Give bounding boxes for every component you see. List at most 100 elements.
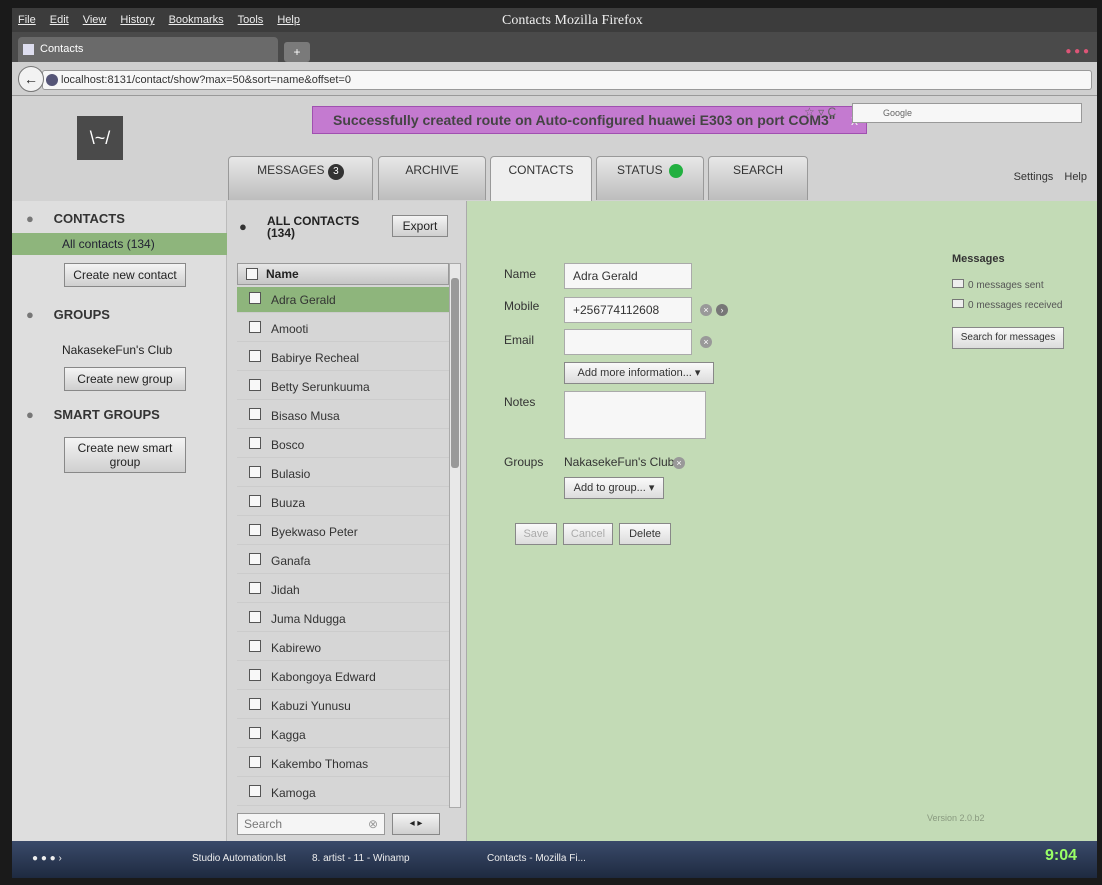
list-scrollbar[interactable]	[449, 263, 461, 808]
search-messages-button[interactable]: Search for messages	[952, 327, 1064, 349]
row-checkbox[interactable]	[249, 611, 261, 623]
bookmark-star-icon[interactable]: ☆ ▿ C	[804, 105, 836, 119]
clear-search-icon[interactable]: ⊗	[368, 817, 378, 831]
remove-email-icon[interactable]: ×	[700, 336, 712, 348]
contact-row[interactable]: Buuza	[237, 490, 449, 516]
remove-group-icon[interactable]: ×	[673, 457, 685, 469]
tab-messages[interactable]: MESSAGES 3	[228, 156, 373, 200]
sidebar: ● CONTACTS All contacts (134) Create new…	[12, 201, 227, 841]
email-field[interactable]	[564, 329, 692, 355]
row-checkbox[interactable]	[249, 698, 261, 710]
row-checkbox[interactable]	[249, 350, 261, 362]
person-icon: ●	[239, 219, 247, 234]
row-checkbox[interactable]	[249, 379, 261, 391]
header-links: Settings Help	[1006, 171, 1087, 183]
browser-tab[interactable]: Contacts	[18, 37, 278, 62]
contact-row[interactable]: Betty Serunkuuma	[237, 374, 449, 400]
row-checkbox[interactable]	[249, 640, 261, 652]
scrollbar-thumb[interactable]	[451, 278, 459, 468]
name-field[interactable]: Adra Gerald	[564, 263, 692, 289]
contact-row[interactable]: Juma Ndugga	[237, 606, 449, 632]
row-checkbox[interactable]	[249, 785, 261, 797]
browser-search-input[interactable]: Google	[852, 103, 1082, 123]
row-checkbox[interactable]	[249, 292, 261, 304]
contact-row[interactable]: Bosco	[237, 432, 449, 458]
name-column-header[interactable]: Name	[237, 263, 449, 285]
select-all-checkbox[interactable]	[246, 268, 258, 280]
contact-row[interactable]: Amooti	[237, 316, 449, 342]
sidebar-item-group[interactable]: NakasekeFun's Club	[62, 343, 172, 357]
remove-mobile-icon[interactable]: ×	[700, 304, 712, 316]
window-title: Contacts Mozilla Firefox	[502, 13, 643, 28]
contact-row[interactable]: Kabirewo	[237, 635, 449, 661]
contact-name: Kamoga	[271, 786, 316, 800]
row-checkbox[interactable]	[249, 756, 261, 768]
pagination-control[interactable]: ◂ ▸	[392, 813, 440, 835]
start-menu-icon[interactable]: ● ● ● ›	[32, 853, 62, 864]
tab-search[interactable]: SEARCH	[708, 156, 808, 200]
help-link[interactable]: Help	[1064, 171, 1087, 183]
contact-row[interactable]: Ganafa	[237, 548, 449, 574]
mobile-field[interactable]: +256774112608	[564, 297, 692, 323]
new-tab-button[interactable]: +	[284, 42, 310, 62]
cancel-button[interactable]: Cancel	[563, 523, 613, 545]
menu-edit[interactable]: Edit	[50, 14, 69, 26]
contact-row[interactable]: Byekwaso Peter	[237, 519, 449, 545]
contact-row[interactable]: Bulasio	[237, 461, 449, 487]
row-checkbox[interactable]	[249, 727, 261, 739]
contact-name: Kabuzi Yunusu	[271, 699, 351, 713]
create-group-button[interactable]: Create new group	[64, 367, 186, 391]
contact-row[interactable]: Kagga	[237, 722, 449, 748]
back-button[interactable]: ←	[18, 66, 44, 92]
add-more-info-label: Add more information...	[577, 367, 692, 379]
contact-row[interactable]: Jidah	[237, 577, 449, 603]
add-more-info-dropdown[interactable]: Add more information... ▾	[564, 362, 714, 384]
create-contact-button[interactable]: Create new contact	[64, 263, 186, 287]
save-button[interactable]: Save	[515, 523, 557, 545]
search-engine-label: Google	[883, 108, 913, 118]
contact-row[interactable]: Adra Gerald	[237, 287, 449, 313]
window-controls-icon[interactable]: ● ● ●	[1065, 46, 1089, 57]
menu-tools[interactable]: Tools	[238, 14, 264, 26]
row-checkbox[interactable]	[249, 408, 261, 420]
row-checkbox[interactable]	[249, 495, 261, 507]
contact-row[interactable]: Babirye Recheal	[237, 345, 449, 371]
contact-row[interactable]: Kabongoya Edward	[237, 664, 449, 690]
row-checkbox[interactable]	[249, 524, 261, 536]
contact-row[interactable]: Kakembo Thomas	[237, 751, 449, 777]
create-smart-group-button[interactable]: Create new smart group	[64, 437, 186, 473]
menu-view[interactable]: View	[83, 14, 107, 26]
delete-button[interactable]: Delete	[619, 523, 671, 545]
row-checkbox[interactable]	[249, 669, 261, 681]
tab-status[interactable]: STATUS	[596, 156, 704, 200]
send-message-icon[interactable]: ›	[716, 304, 728, 316]
url-bar[interactable]: localhost:8131/contact/show?max=50&sort=…	[42, 70, 1092, 90]
export-button[interactable]: Export	[392, 215, 448, 237]
contact-row[interactable]: Kamoga	[237, 780, 449, 806]
contact-search-input[interactable]: Search ⊗	[237, 813, 385, 835]
tab-status-label: STATUS	[617, 163, 663, 177]
add-to-group-dropdown[interactable]: Add to group... ▾	[564, 477, 664, 499]
menu-file[interactable]: File	[18, 14, 36, 26]
sidebar-item-all-contacts[interactable]: All contacts (134)	[12, 233, 227, 255]
menu-help[interactable]: Help	[277, 14, 300, 26]
menu-bookmarks[interactable]: Bookmarks	[169, 14, 224, 26]
site-identity-icon[interactable]	[46, 74, 58, 86]
contact-row[interactable]: Bisaso Musa	[237, 403, 449, 429]
contact-row[interactable]: Kabuzi Yunusu	[237, 693, 449, 719]
row-checkbox[interactable]	[249, 437, 261, 449]
tab-archive[interactable]: ARCHIVE	[378, 156, 486, 200]
row-checkbox[interactable]	[249, 466, 261, 478]
menu-history[interactable]: History	[120, 14, 154, 26]
browser-tab-label: Contacts	[40, 43, 84, 55]
row-checkbox[interactable]	[249, 553, 261, 565]
row-checkbox[interactable]	[249, 582, 261, 594]
taskbar-item-winamp[interactable]: 8. artist - 11 - Winamp	[312, 853, 410, 864]
tab-contacts[interactable]: CONTACTS	[490, 156, 592, 202]
version-label: Version 2.0.b2	[927, 813, 985, 823]
notes-textarea[interactable]	[564, 391, 706, 439]
row-checkbox[interactable]	[249, 321, 261, 333]
taskbar-item-studio[interactable]: Studio Automation.lst	[192, 853, 286, 864]
taskbar-item-firefox[interactable]: Contacts - Mozilla Fi...	[487, 853, 586, 864]
settings-link[interactable]: Settings	[1014, 171, 1054, 183]
